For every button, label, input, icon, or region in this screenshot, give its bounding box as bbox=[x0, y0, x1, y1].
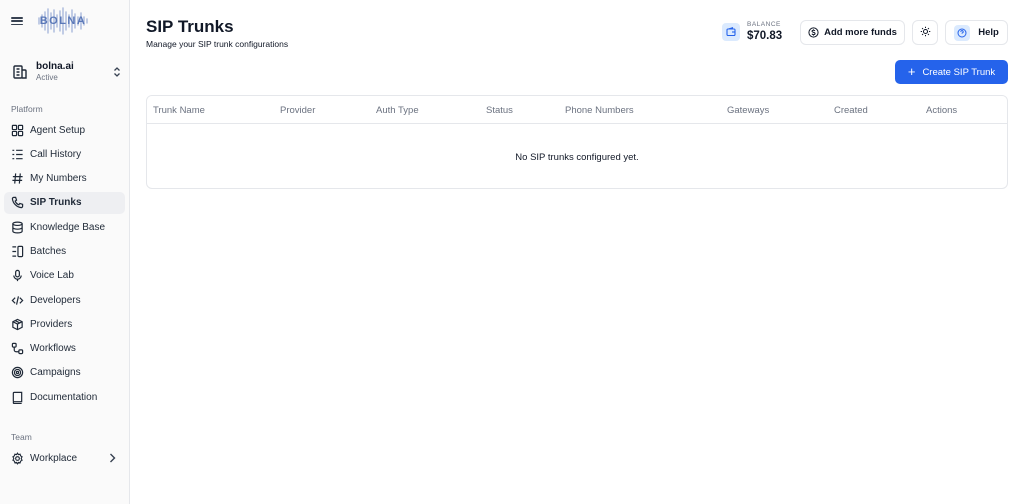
building-icon bbox=[10, 62, 30, 82]
grid-icon bbox=[11, 124, 24, 137]
gear-icon bbox=[11, 451, 24, 465]
sidebar-item-label: Batches bbox=[30, 245, 67, 257]
sun-icon bbox=[920, 26, 931, 40]
sidebar-item-label: Workflows bbox=[30, 343, 76, 355]
dollar-circle-icon bbox=[808, 27, 819, 38]
sidebar-item-sip-trunks[interactable]: SIP Trunks bbox=[4, 191, 125, 214]
wallet-icon bbox=[722, 23, 740, 41]
theme-toggle-button[interactable] bbox=[912, 20, 938, 45]
hash-icon bbox=[11, 172, 24, 185]
create-sip-trunk-label: Create SIP Trunk bbox=[922, 66, 996, 78]
column-header-phone-numbers: Phone Numbers bbox=[565, 105, 634, 116]
column-header-provider: Provider bbox=[280, 105, 316, 116]
sidebar-item-voice-lab[interactable]: Voice Lab bbox=[4, 265, 125, 287]
column-header-trunk-name: Trunk Name bbox=[153, 105, 205, 116]
sip-trunks-table: Trunk Name Provider Auth Type Status Pho… bbox=[146, 95, 1008, 189]
balance-label: BALANCE bbox=[747, 21, 781, 28]
sidebar-item-label: Call History bbox=[30, 148, 82, 160]
platform-section-label: Platform bbox=[11, 104, 43, 114]
create-sip-trunk-button[interactable]: + Create SIP Trunk bbox=[895, 60, 1008, 84]
sidebar-item-label: Voice Lab bbox=[30, 270, 74, 282]
column-header-created: Created bbox=[834, 105, 868, 116]
sidebar-item-call-history[interactable]: Call History bbox=[4, 143, 125, 165]
column-header-auth-type: Auth Type bbox=[376, 105, 419, 116]
plus-icon: + bbox=[907, 64, 916, 79]
chevron-right-icon bbox=[109, 453, 117, 463]
add-funds-button[interactable]: Add more funds bbox=[800, 20, 905, 45]
team-section-label: Team bbox=[11, 432, 32, 442]
column-header-gateways: Gateways bbox=[727, 105, 770, 116]
add-funds-label: Add more funds bbox=[824, 27, 897, 38]
sidebar-item-knowledge-base[interactable]: Knowledge Base bbox=[4, 216, 125, 238]
sidebar-item-workflows[interactable]: Workflows bbox=[4, 338, 125, 360]
batches-icon bbox=[11, 245, 24, 258]
package-icon bbox=[11, 318, 24, 331]
sidebar-item-agent-setup[interactable]: Agent Setup bbox=[4, 119, 125, 141]
sidebar-item-campaigns[interactable]: Campaigns bbox=[4, 362, 125, 384]
sidebar-item-label: Campaigns bbox=[30, 367, 81, 379]
sidebar-item-workplace[interactable]: Workplace bbox=[4, 447, 125, 469]
column-header-status: Status bbox=[486, 105, 513, 116]
sidebar-item-label: Documentation bbox=[30, 391, 98, 403]
phone-icon bbox=[11, 196, 24, 209]
sidebar-item-batches[interactable]: Batches bbox=[4, 240, 125, 262]
table-header: Trunk Name Provider Auth Type Status Pho… bbox=[147, 96, 1007, 124]
sidebar-item-label: Developers bbox=[30, 294, 81, 306]
sidebar-item-label: Providers bbox=[30, 318, 73, 330]
code-icon bbox=[11, 294, 24, 307]
mic-icon bbox=[11, 269, 24, 282]
column-header-actions: Actions bbox=[926, 105, 958, 116]
org-name: bolna.ai bbox=[36, 61, 74, 72]
help-circle-icon bbox=[954, 24, 971, 41]
database-icon bbox=[11, 221, 24, 234]
team-nav: Workplace bbox=[4, 447, 125, 471]
book-icon bbox=[11, 391, 24, 404]
list-icon bbox=[11, 148, 24, 161]
sidebar-item-label: Workplace bbox=[30, 452, 78, 464]
page-subtitle: Manage your SIP trunk configurations bbox=[146, 39, 289, 49]
org-switcher[interactable]: bolna.ai Active bbox=[8, 58, 122, 86]
target-icon bbox=[11, 366, 24, 379]
sidebar-item-developers[interactable]: Developers bbox=[4, 289, 125, 311]
sidebar-item-providers[interactable]: Providers bbox=[4, 313, 125, 335]
sidebar-item-label: My Numbers bbox=[30, 173, 87, 185]
main-content: SIP Trunks Manage your SIP trunk configu… bbox=[130, 0, 1024, 504]
platform-nav: Agent Setup Call History My Numbers SIP … bbox=[4, 119, 125, 411]
sidebar: BOLNA bolna.ai Active Platform Agent Set… bbox=[0, 0, 130, 504]
logo-text: BOLNA bbox=[39, 15, 87, 27]
empty-state-message: No SIP trunks configured yet. bbox=[515, 152, 639, 163]
sidebar-item-label: SIP Trunks bbox=[30, 197, 82, 209]
chevrons-up-down-icon bbox=[112, 65, 122, 79]
page-title: SIP Trunks bbox=[146, 17, 234, 36]
menu-icon[interactable] bbox=[10, 14, 24, 28]
balance-display: BALANCE $70.83 bbox=[722, 21, 782, 43]
sidebar-item-label: Agent Setup bbox=[30, 124, 86, 136]
help-button[interactable]: Help bbox=[945, 20, 1008, 45]
help-label: Help bbox=[978, 27, 999, 38]
sidebar-item-my-numbers[interactable]: My Numbers bbox=[4, 168, 125, 190]
workflow-icon bbox=[11, 342, 24, 355]
sidebar-item-label: Knowledge Base bbox=[30, 221, 106, 233]
bolna-logo[interactable]: BOLNA bbox=[36, 6, 90, 36]
balance-value: $70.83 bbox=[747, 30, 783, 42]
sidebar-item-documentation[interactable]: Documentation bbox=[4, 386, 125, 408]
org-status: Active bbox=[36, 73, 58, 82]
